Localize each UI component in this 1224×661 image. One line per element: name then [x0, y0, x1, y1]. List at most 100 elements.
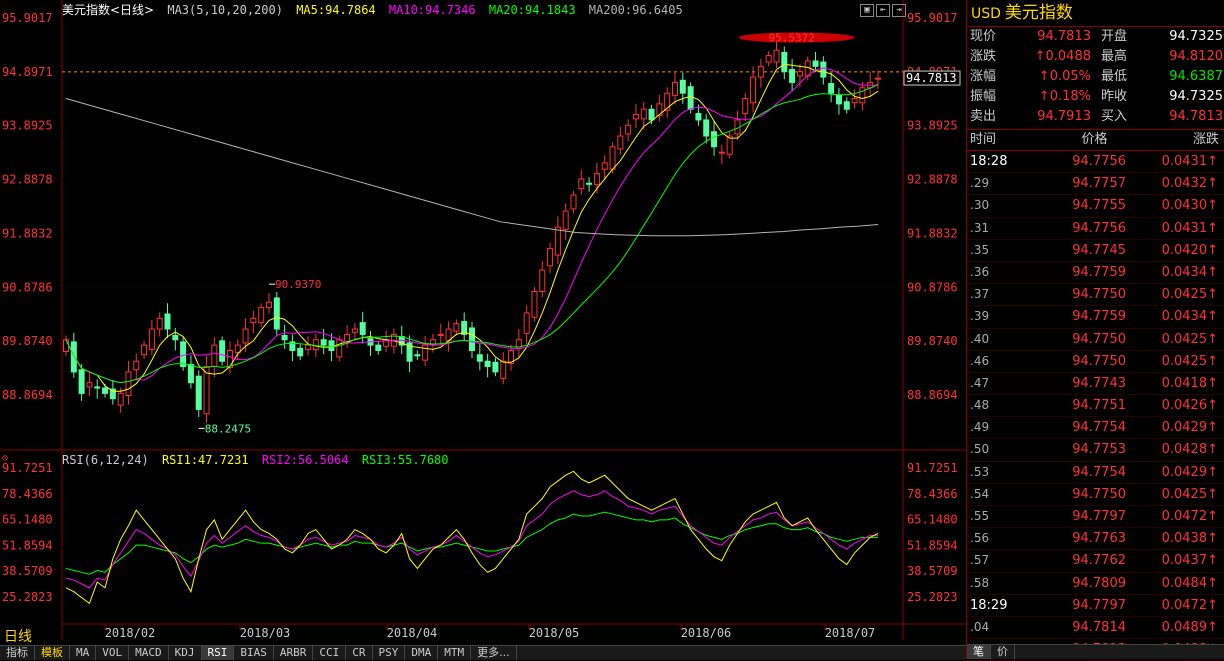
tick-row[interactable]: .36 94.7759 0.0434↑ — [967, 262, 1224, 285]
candle-body — [789, 69, 796, 83]
tick-time: .04 — [970, 619, 990, 634]
tick-row[interactable]: .30 94.7755 0.0430↑ — [967, 195, 1224, 218]
tick-price: 94.7755 — [1072, 198, 1126, 214]
tick-time: .40 — [970, 331, 990, 346]
tab-cr[interactable]: CR — [346, 646, 373, 660]
rsi-axis-label-left: 38.5709 — [2, 564, 53, 578]
candle-body — [94, 386, 101, 389]
tick-price: 94.7797 — [1072, 509, 1126, 524]
quote-label: 卖出 — [970, 109, 997, 124]
indicator-tabbar: 指标 模板 MA VOL MACD KDJ RSI BIAS ARBR CCI … — [0, 645, 966, 660]
candle-body — [523, 312, 530, 334]
tick-row[interactable]: .55 94.7797 0.0472↑ — [967, 506, 1224, 529]
candle-body — [453, 323, 460, 332]
period-label[interactable]: 日线 — [4, 626, 32, 646]
candle-body — [828, 82, 835, 94]
tab-more[interactable]: 更多... — [471, 646, 517, 660]
candle-body — [305, 344, 312, 350]
quote-value: 94.7813 — [1037, 29, 1091, 44]
low-annotation: 88.2475 — [205, 422, 251, 435]
candle-body — [359, 322, 366, 335]
tick-time: .36 — [970, 264, 990, 279]
mid-high-annotation: 90.9370 — [275, 278, 321, 291]
rsi3-value: RSI3:55.7680 — [361, 453, 449, 467]
rsi-axis-label-right: 65.1480 — [907, 513, 958, 527]
chart-canvas[interactable]: 95.901795.901794.897194.897193.892593.89… — [0, 0, 966, 659]
tick-row[interactable]: .49 94.7754 0.0429↑ — [967, 417, 1224, 440]
tab-rsi[interactable]: RSI — [201, 646, 235, 660]
tick-row[interactable]: .47 94.7743 0.0418↑ — [967, 373, 1224, 396]
tab-vol[interactable]: VOL — [96, 646, 130, 660]
tick-row[interactable]: .04 94.7814 0.0489↑ — [967, 617, 1224, 640]
tick-row[interactable]: .31 94.7756 0.0431↑ — [967, 218, 1224, 240]
candle-body — [297, 347, 304, 357]
tick-row[interactable]: .56 94.7763 0.0438↑ — [967, 528, 1224, 551]
quote-value: 94.7913 — [1037, 109, 1091, 124]
price-axis-label-left: 90.8786 — [2, 280, 53, 294]
high-annotation: 95.5372 — [769, 32, 815, 45]
candle-body — [141, 344, 148, 356]
scroll-left-icon[interactable]: ⇤ — [876, 4, 890, 17]
symbol-code: USD — [971, 6, 1001, 22]
rsi1-value: RSI1:47.7231 — [161, 453, 249, 467]
tick-price: 94.7745 — [1072, 242, 1126, 258]
tick-price: 94.7750 — [1072, 287, 1126, 303]
candle-body — [102, 387, 109, 394]
tick-price: 94.7757 — [1072, 176, 1126, 192]
tick-price: 94.7756 — [1072, 220, 1126, 236]
candle-body — [531, 291, 538, 318]
tick-row[interactable]: .58 94.7809 0.0484↑ — [967, 573, 1224, 595]
ticks-list[interactable]: 18:28 94.7756 0.0431↑ .29 94.7757 0.0432↑ .30 9… — [967, 151, 1224, 661]
tick-change: 0.0425↑ — [1161, 353, 1218, 369]
rsi-axis-label-right: 51.8594 — [907, 538, 958, 552]
candle-body — [781, 51, 788, 73]
tab-psy[interactable]: PSY — [373, 646, 406, 660]
tick-row[interactable]: .54 94.7750 0.0425↑ — [967, 484, 1224, 506]
tick-change: 0.0428↑ — [1161, 442, 1218, 458]
tick-price: 94.7759 — [1072, 264, 1126, 280]
tab-bias[interactable]: BIAS — [234, 646, 274, 660]
tab-dma[interactable]: DMA — [405, 646, 439, 660]
candle-body — [86, 382, 93, 388]
last-price-label: 94.7813 — [906, 71, 957, 85]
tick-row[interactable]: .50 94.7753 0.0428↑ — [967, 439, 1224, 462]
ticks-header: 时间 价格 涨跌 — [967, 129, 1224, 151]
price-axis-label-right: 92.8878 — [907, 173, 958, 187]
tab-mtm[interactable]: MTM — [438, 646, 472, 660]
candle-body — [78, 369, 85, 394]
tab-kdj[interactable]: KDJ — [169, 646, 202, 660]
candle-body — [180, 341, 187, 368]
tick-row[interactable]: .53 94.7754 0.0429↑ — [967, 462, 1224, 484]
tab-cci[interactable]: CCI — [313, 646, 347, 660]
scroll-right-icon[interactable]: ⇥ — [892, 4, 906, 17]
tab-ma[interactable]: MA — [70, 646, 97, 660]
tab-indicator[interactable]: 指标 — [0, 646, 35, 660]
tick-row[interactable]: .29 94.7757 0.0432↑ — [967, 173, 1224, 196]
tick-row[interactable]: .35 94.7745 0.0420↑ — [967, 240, 1224, 262]
tick-row[interactable]: .57 94.7762 0.0437↑ — [967, 550, 1224, 573]
tab-price-levels[interactable]: 价 — [991, 645, 1015, 659]
quote-value: 94.7813 — [1169, 109, 1223, 124]
tick-row[interactable]: .48 94.7751 0.0426↑ — [967, 395, 1224, 418]
tab-macd[interactable]: MACD — [129, 646, 169, 660]
tab-arbr[interactable]: ARBR — [274, 646, 314, 660]
tick-row[interactable]: .40 94.7750 0.0425↑ — [967, 329, 1224, 351]
kline-chart-area[interactable]: 95.901795.901794.897194.897193.892593.89… — [0, 0, 966, 660]
symbol-name: 美元指数 — [1004, 3, 1073, 23]
tick-row[interactable]: .39 94.7759 0.0434↑ — [967, 306, 1224, 329]
tab-trades[interactable]: 笔 — [967, 645, 991, 659]
candle-body — [320, 339, 327, 346]
tick-row[interactable]: .46 94.7750 0.0425↑ — [967, 351, 1224, 373]
candle-body — [742, 98, 749, 115]
restore-icon[interactable]: ▣ — [860, 4, 874, 17]
tick-row[interactable]: 18:29 94.7797 0.0472↑ — [967, 595, 1224, 617]
tick-change: 0.0429↑ — [1161, 464, 1218, 480]
candle-body — [351, 328, 358, 333]
tick-price: 94.7750 — [1072, 331, 1126, 347]
tick-row[interactable]: .37 94.7750 0.0425↑ — [967, 284, 1224, 307]
rsi-axis-label-left: 65.1480 — [2, 513, 53, 527]
tick-row[interactable]: 18:28 94.7756 0.0431↑ — [967, 151, 1224, 174]
candle-body — [796, 71, 803, 77]
tab-template[interactable]: 模板 — [35, 646, 70, 660]
rsi2-line — [65, 490, 878, 589]
